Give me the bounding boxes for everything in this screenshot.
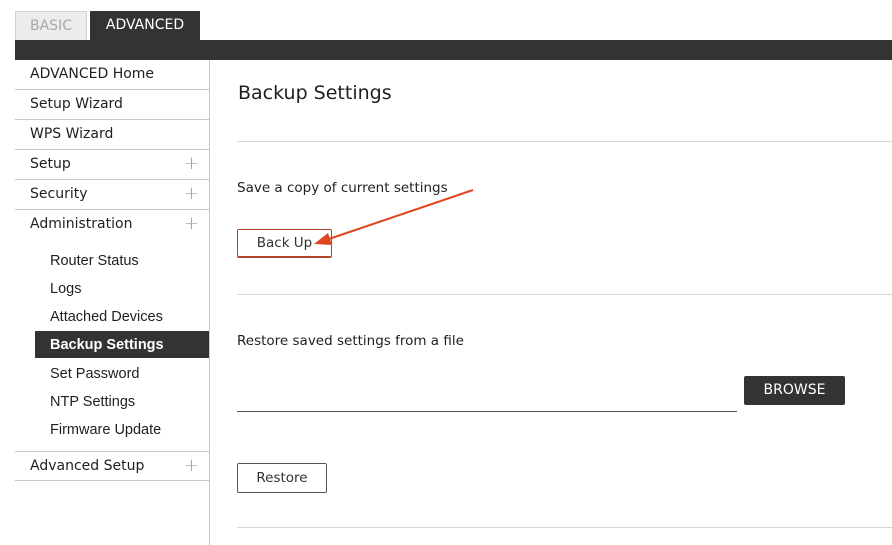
sidebar-subitem-set-password[interactable]: Set Password bbox=[35, 360, 209, 388]
active-item-underline bbox=[35, 358, 209, 359]
top-bar bbox=[15, 40, 892, 60]
plus-icon[interactable]: + bbox=[184, 150, 199, 178]
sidebar-item-label: Setup bbox=[30, 156, 71, 172]
browse-button[interactable]: BROWSE bbox=[744, 376, 845, 405]
plus-icon[interactable]: + bbox=[184, 180, 199, 208]
restore-label: Restore saved settings from a file bbox=[237, 333, 464, 349]
sidebar-item-label: Administration bbox=[30, 216, 133, 232]
sidebar-item-label: Advanced Setup bbox=[30, 458, 145, 474]
sidebar-subitem-firmware-update[interactable]: Firmware Update bbox=[35, 416, 209, 444]
sidebar-item-setup-wizard[interactable]: Setup Wizard bbox=[15, 90, 209, 120]
plus-icon[interactable]: + bbox=[184, 452, 199, 480]
sidebar-subitem-backup-settings[interactable]: Backup Settings bbox=[35, 331, 209, 359]
divider bbox=[237, 141, 892, 142]
sidebar-subitem-router-status[interactable]: Router Status bbox=[35, 247, 209, 275]
sidebar-item-wps-wizard[interactable]: WPS Wizard bbox=[15, 120, 209, 150]
sidebar-item-setup[interactable]: Setup + bbox=[15, 150, 209, 180]
restore-button[interactable]: Restore bbox=[237, 463, 327, 493]
page-title: Backup Settings bbox=[238, 82, 392, 104]
sidebar-item-label: Setup Wizard bbox=[30, 96, 123, 112]
divider bbox=[237, 294, 892, 295]
sidebar-item-administration[interactable]: Administration + bbox=[15, 210, 209, 240]
sidebar-item-security[interactable]: Security + bbox=[15, 180, 209, 210]
file-path-input[interactable] bbox=[237, 411, 737, 412]
sidebar-subitem-ntp-settings[interactable]: NTP Settings bbox=[35, 388, 209, 416]
main-content: Backup Settings Save a copy of current s… bbox=[210, 60, 892, 545]
sidebar-item-label: ADVANCED Home bbox=[30, 66, 155, 82]
backup-label: Save a copy of current settings bbox=[237, 180, 448, 196]
sidebar-item-label: WPS Wizard bbox=[30, 126, 114, 142]
sidebar: ADVANCED Home Setup Wizard WPS Wizard Se… bbox=[15, 60, 209, 545]
sidebar-subitem-logs[interactable]: Logs bbox=[35, 275, 209, 303]
tab-advanced[interactable]: ADVANCED bbox=[90, 11, 200, 40]
tab-basic[interactable]: BASIC bbox=[15, 11, 87, 40]
divider bbox=[237, 527, 892, 528]
back-up-button[interactable]: Back Up bbox=[237, 229, 332, 258]
sidebar-item-label: Security bbox=[30, 186, 88, 202]
plus-icon[interactable]: + bbox=[184, 210, 199, 238]
sidebar-subitem-attached-devices[interactable]: Attached Devices bbox=[35, 303, 209, 331]
sidebar-item-advanced-setup[interactable]: Advanced Setup + bbox=[15, 451, 209, 481]
sidebar-item-advanced-home[interactable]: ADVANCED Home bbox=[15, 60, 209, 90]
